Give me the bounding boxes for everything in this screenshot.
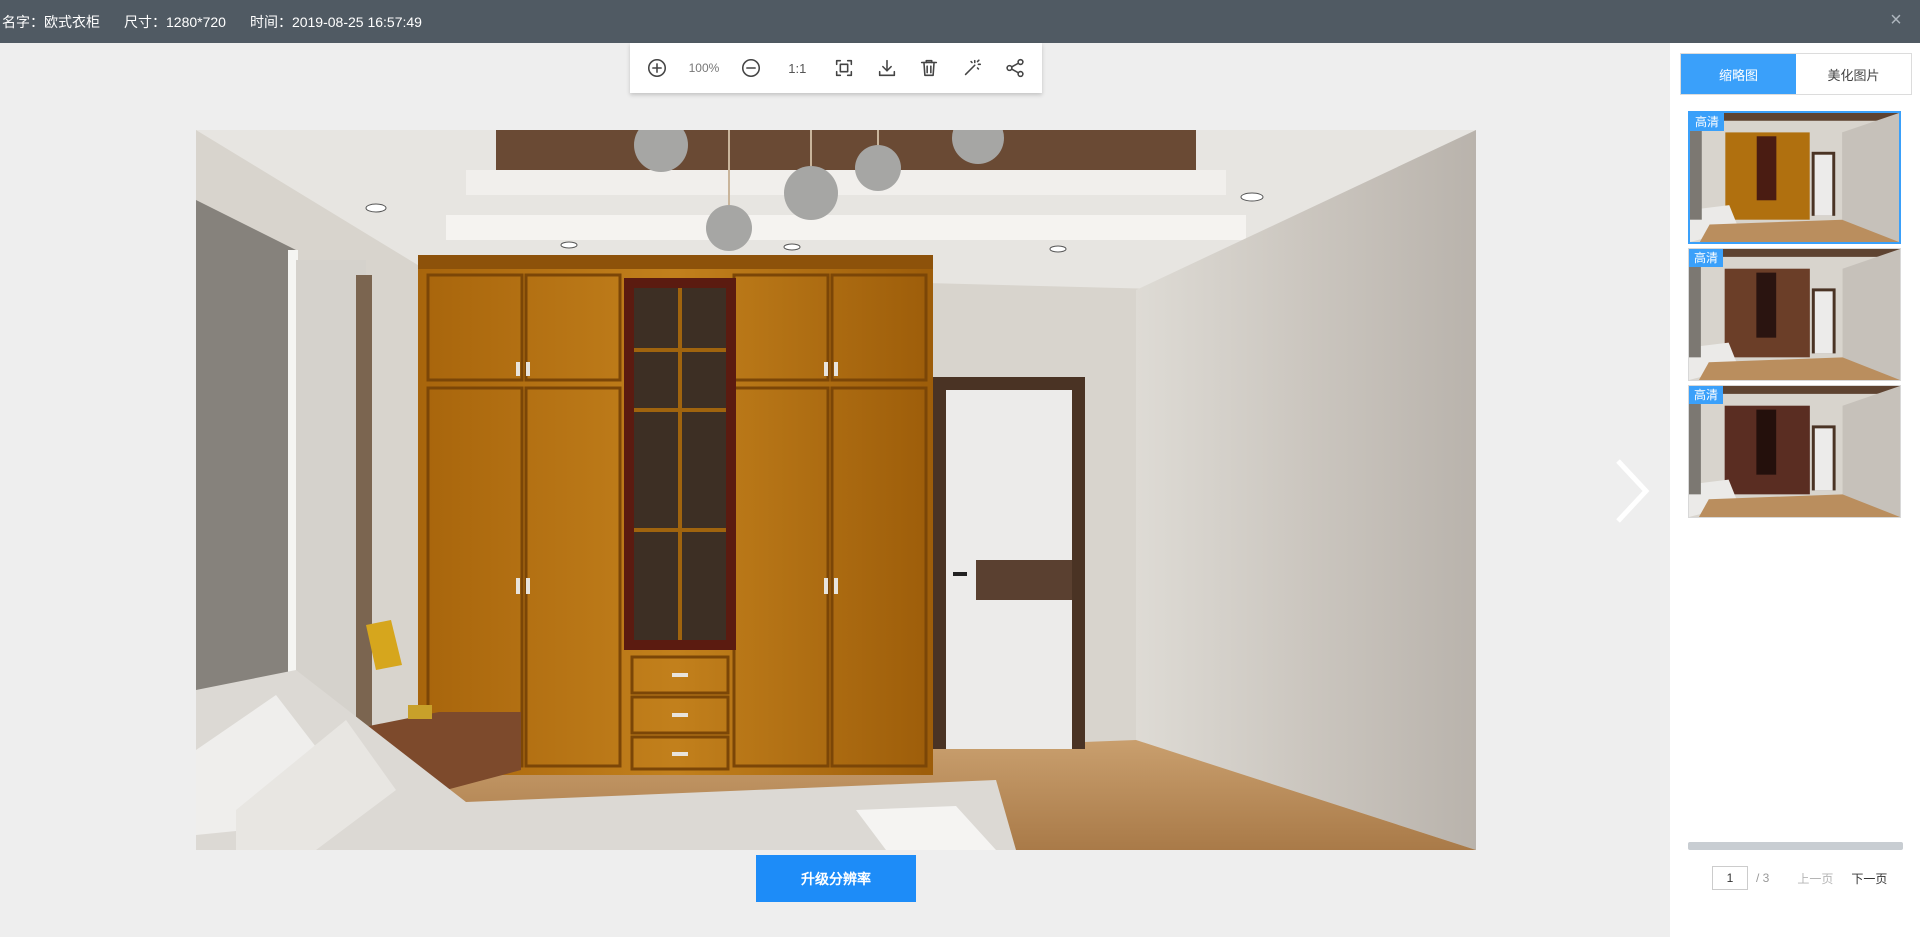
tab-thumbnails[interactable]: 缩略图 bbox=[1681, 54, 1796, 94]
thumbnail-item[interactable]: 高清 bbox=[1688, 248, 1901, 381]
next-page-link[interactable]: 下一页 bbox=[1851, 870, 1887, 887]
tab-beautify[interactable]: 美化图片 bbox=[1796, 54, 1911, 94]
page-total: / 3 bbox=[1756, 871, 1770, 885]
close-icon[interactable]: × bbox=[1886, 10, 1906, 30]
next-image-arrow[interactable] bbox=[1612, 455, 1652, 527]
delete-icon[interactable] bbox=[911, 50, 947, 86]
image-viewer: 100% 1:1 升级分辨率 bbox=[0, 43, 1670, 937]
viewer-toolbar: 100% 1:1 bbox=[630, 43, 1042, 93]
thumbnail-panel: 缩略图 美化图片 高清 高清 高清 1 / 3 上一页 下一页 bbox=[1670, 43, 1920, 937]
share-icon[interactable] bbox=[997, 50, 1033, 86]
actual-size-button[interactable]: 1:1 bbox=[775, 50, 819, 86]
magic-wand-icon[interactable] bbox=[954, 50, 990, 86]
page-number-input[interactable] bbox=[1712, 866, 1748, 890]
thumbnail-item[interactable]: 高清 bbox=[1688, 385, 1901, 518]
thumbnail-item[interactable]: 高清 bbox=[1688, 111, 1901, 244]
image-name: 名字：欧式衣柜 bbox=[2, 13, 100, 30]
panel-tabs: 缩略图 美化图片 bbox=[1680, 53, 1912, 95]
zoom-in-icon[interactable] bbox=[639, 50, 675, 86]
thumbnail-list: 高清 高清 高清 bbox=[1688, 111, 1901, 522]
fit-screen-icon[interactable] bbox=[826, 50, 862, 86]
bedroom-render-image bbox=[196, 130, 1476, 850]
download-icon[interactable] bbox=[869, 50, 905, 86]
thumbnail-scrollbar[interactable] bbox=[1688, 842, 1903, 850]
image-info: 名字：欧式衣柜 尺寸：1280*720 时间：2019-08-25 16:57:… bbox=[2, 12, 422, 32]
hd-badge: 高清 bbox=[1689, 249, 1724, 267]
pagination: / 3 上一页 下一页 bbox=[1712, 866, 1887, 890]
info-bar: 名字：欧式衣柜 尺寸：1280*720 时间：2019-08-25 16:57:… bbox=[0, 0, 1920, 43]
image-size: 尺寸：1280*720 bbox=[124, 13, 226, 30]
zoom-out-icon[interactable] bbox=[733, 50, 769, 86]
hd-badge: 高清 bbox=[1690, 113, 1725, 131]
hd-badge: 高清 bbox=[1689, 386, 1724, 404]
image-time: 时间：2019-08-25 16:57:49 bbox=[249, 13, 422, 30]
prev-page-link[interactable]: 上一页 bbox=[1797, 870, 1833, 887]
zoom-level: 100% bbox=[688, 61, 720, 75]
upgrade-resolution-button[interactable]: 升级分辨率 bbox=[756, 855, 916, 902]
